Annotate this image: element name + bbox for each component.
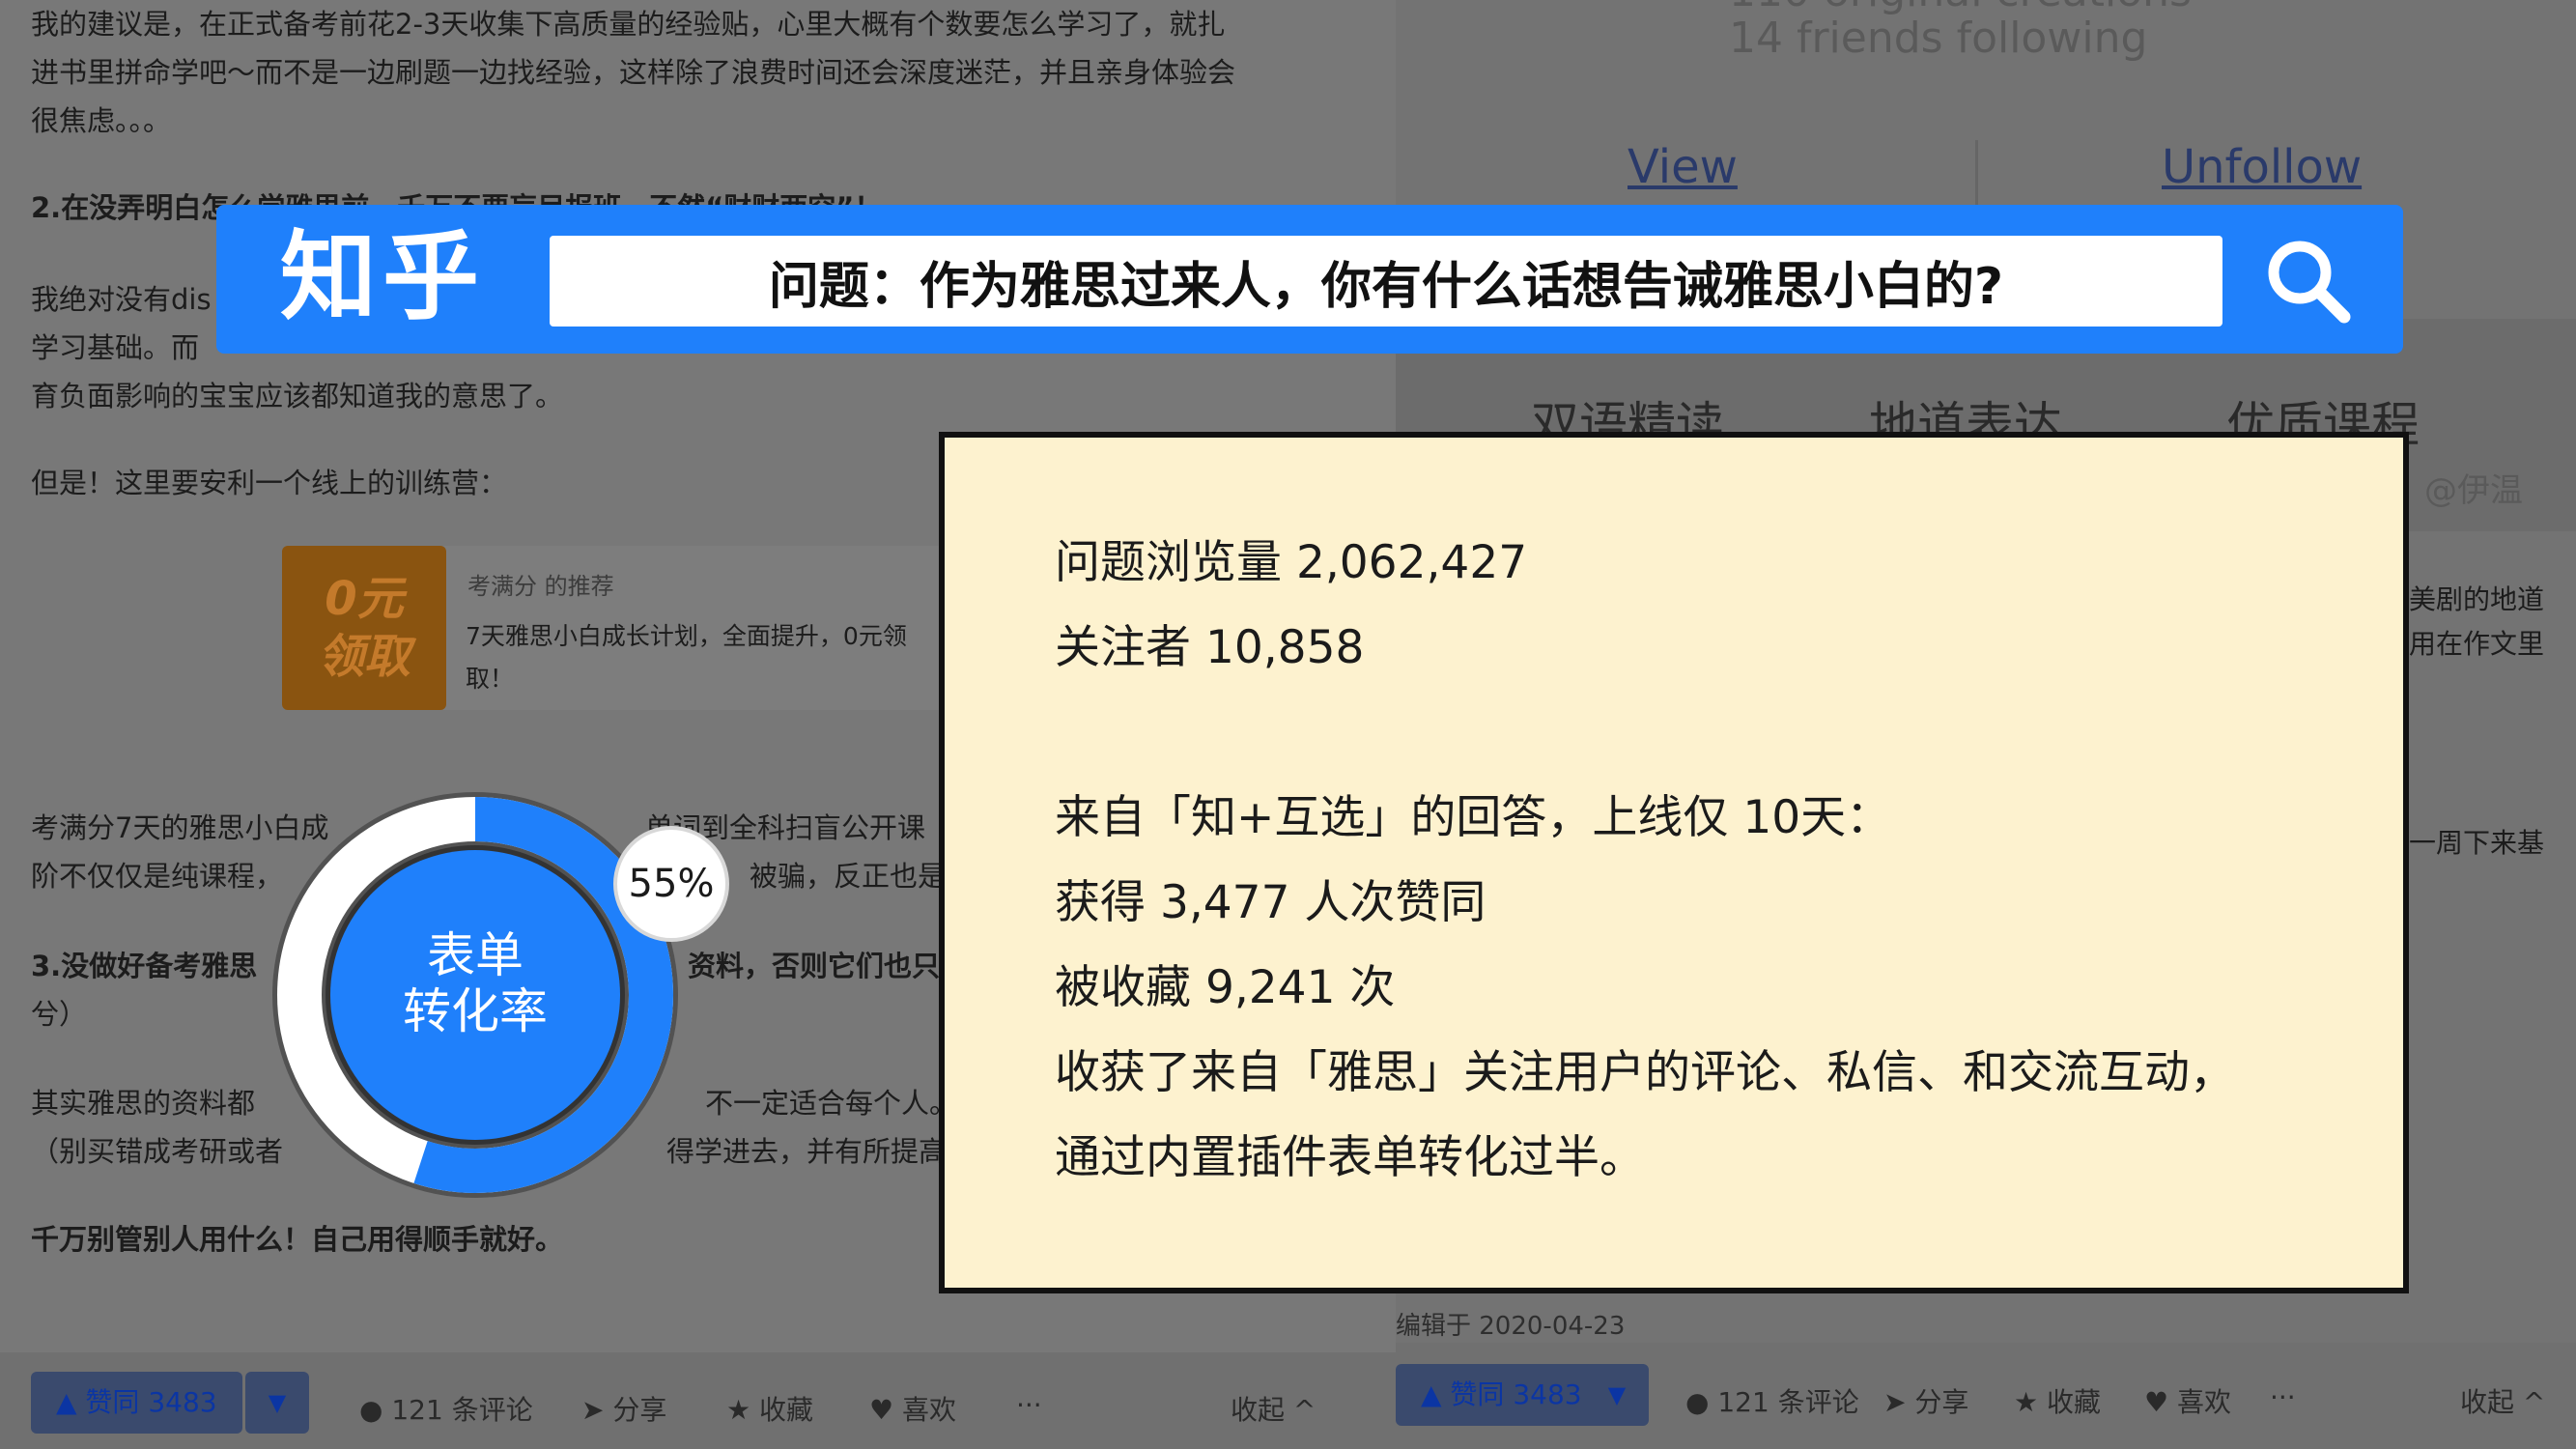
sidebar-share-button[interactable]: ➤ 分享 — [1883, 1381, 1968, 1420]
article-paragraph-1: 我的建议是，在正式备考前花2-3天收集下高质量的经验贴，心里大概有个数要怎么学习… — [31, 8, 1236, 137]
star-icon: ★ — [726, 1394, 760, 1426]
heart-icon: ♥ — [2144, 1386, 2178, 1418]
percent-badge: 55% — [613, 826, 729, 942]
more-button[interactable]: ··· — [1016, 1389, 1042, 1421]
sidebar-downvote-button[interactable]: ▼ — [1585, 1364, 1649, 1426]
answer-source: 来自「知+互选」的回答，上线仅 10天： — [1055, 791, 1892, 844]
conversion-text: 通过内置插件表单转化过半。 — [1055, 1131, 1645, 1184]
favorite-count: 被收藏 9,241 次 — [1055, 961, 1396, 1014]
search-query: 问题：作为雅思过来人，你有什么话想告诫雅思小白的? — [768, 257, 2004, 316]
share-icon: ➤ — [1883, 1386, 1915, 1418]
search-input[interactable]: 问题：作为雅思过来人，你有什么话想告诫雅思小白的? — [550, 236, 2222, 327]
upvote-count: 获得 3,477 人次赞同 — [1055, 876, 1486, 929]
sidebar-text-2: 用在作文里 — [2409, 628, 2545, 660]
sidebar-collapse-button[interactable]: 收起 ^ — [2460, 1381, 2545, 1420]
sidebar-text-3: 一周下来基 — [2409, 827, 2545, 859]
sidebar-favorite-button[interactable]: ★ 收藏 — [2014, 1381, 2101, 1420]
engagement-text: 收获了来自「雅思」关注用户的评论、私信、和交流互动， — [1055, 1046, 2235, 1099]
friends-following-count: 14 friends following — [1729, 14, 2148, 63]
promo-card[interactable]: 0元 领取 考满分 的推荐 7天雅思小白成长计划，全面提升，0元领取！ — [282, 546, 958, 710]
favorite-button[interactable]: ★ 收藏 — [726, 1389, 813, 1428]
article-paragraph-3: 但是！这里要安利一个线上的训练营： — [31, 467, 508, 499]
sidebar-action-bar: ▲ 赞同 3483 ▼ ● 121 条评论 ➤ 分享 ★ 收藏 ♥ 喜欢 ···… — [1396, 1343, 2576, 1449]
donut-label: 表单 转化率 — [403, 927, 548, 1039]
watermark: @伊温 — [2424, 471, 2523, 510]
promo-thumbnail: 0元 领取 — [282, 546, 446, 710]
promo-source: 考满分 的推荐 — [467, 573, 614, 600]
followers-count: 关注者 10,858 — [1055, 621, 1365, 674]
article-paragraph-6: 千万别管别人用什么！自己用得顺手就好。 — [31, 1223, 564, 1256]
star-icon: ★ — [2014, 1386, 2048, 1418]
view-link[interactable]: View — [1628, 140, 1738, 194]
collapse-button[interactable]: 收起 ^ — [1231, 1389, 1316, 1428]
question-views: 问题浏览量 2,062,427 — [1055, 536, 1528, 589]
unfollow-link[interactable]: Unfollow — [2162, 140, 2362, 194]
comment-icon: ● — [359, 1394, 392, 1426]
share-icon: ➤ — [581, 1394, 613, 1426]
sidebar-more-button[interactable]: ··· — [2270, 1381, 2296, 1413]
heart-icon: ♥ — [869, 1394, 903, 1426]
promo-text: 7天雅思小白成长计划，全面提升，0元领取！ — [466, 622, 907, 693]
downvote-button[interactable]: ▼ — [245, 1372, 309, 1434]
stats-panel: 问题浏览量 2,062,427 关注者 10,858 来自「知+互选」的回答，上… — [939, 432, 2409, 1293]
like-button[interactable]: ♥ 喜欢 — [869, 1389, 956, 1428]
sidebar-like-button[interactable]: ♥ 喜欢 — [2144, 1381, 2231, 1420]
edit-date: 编辑于 2020-04-23 — [1396, 1312, 1626, 1341]
upvote-button[interactable]: ▲ 赞同 3483 — [31, 1372, 242, 1434]
sidebar-text-1: 美剧的地道 — [2409, 583, 2545, 615]
link-divider — [1975, 140, 1978, 208]
search-bar: 知乎 问题：作为雅思过来人，你有什么话想告诫雅思小白的? — [216, 205, 2403, 354]
sidebar-comments-button[interactable]: ● 121 条评论 — [1685, 1381, 1859, 1420]
sidebar-upvote-button[interactable]: ▲ 赞同 3483 — [1396, 1364, 1607, 1426]
article-action-bar: ▲ 赞同 3483 ▼ ● 121 条评论 ➤ 分享 ★ 收藏 ♥ 喜欢 ···… — [0, 1352, 1396, 1449]
share-button[interactable]: ➤ 分享 — [581, 1389, 666, 1428]
comment-icon: ● — [1685, 1386, 1718, 1418]
comments-button[interactable]: ● 121 条评论 — [359, 1389, 533, 1428]
search-icon[interactable] — [2259, 232, 2356, 328]
zhihu-logo: 知乎 — [280, 220, 485, 333]
